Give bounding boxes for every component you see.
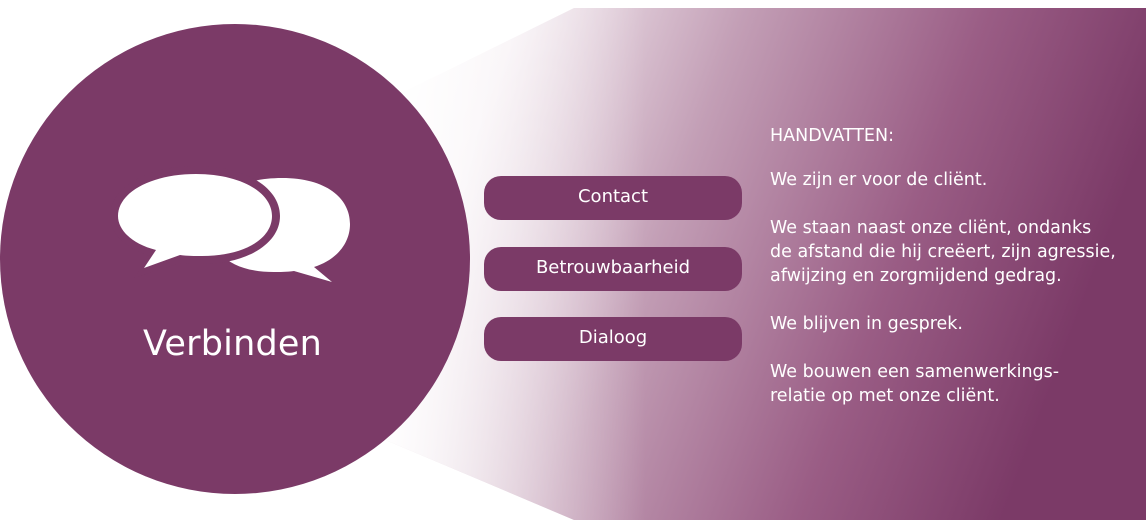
dialoog-button-label: Dialoog: [578, 326, 648, 348]
contact-button-label: Contact: [577, 185, 649, 207]
handvatten-paragraph-3: We blijven in gesprek.: [770, 314, 963, 334]
handvatten-paragraph-1: We zijn er voor de cliënt.: [770, 170, 988, 190]
handvatten-paragraph-2: We staan naast onze cliënt, ondanks de a…: [770, 218, 1116, 286]
dialoog-button[interactable]: Dialoog: [484, 317, 742, 361]
handvatten-paragraph-4: We bouwen een samenwerkings- relatie op …: [770, 362, 1060, 406]
betrouwbaarheid-button[interactable]: Betrouwbaarheid: [484, 247, 742, 291]
contact-button[interactable]: Contact: [484, 176, 742, 220]
circle-title: Verbinden: [142, 324, 322, 364]
speech-bubbles-icon: [110, 166, 350, 282]
handvatten-section: HANDVATTEN: We zijn er voor de cliënt. W…: [770, 124, 1142, 432]
betrouwbaarheid-button-label: Betrouwbaarheid: [535, 256, 691, 278]
handvatten-heading: HANDVATTEN:: [770, 126, 894, 146]
